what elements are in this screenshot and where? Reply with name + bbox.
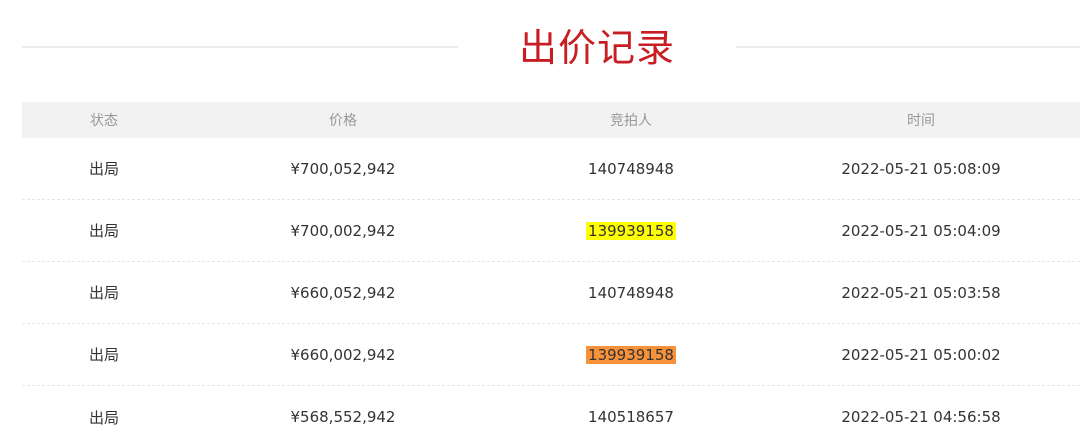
row-bidder: 140518657 xyxy=(588,408,674,426)
table-header: 状态 价格 竞拍人 时间 xyxy=(22,102,1080,138)
row-price: ¥660,052,942 xyxy=(290,283,396,302)
column-header-bidder: 竞拍人 xyxy=(610,113,652,129)
row-time: 2022-05-21 05:08:09 xyxy=(841,159,1001,178)
row-price: ¥660,002,942 xyxy=(290,345,396,364)
column-header-price: 价格 xyxy=(329,113,357,129)
row-bidder-cell: 140518657 xyxy=(500,408,762,426)
row-bidder: 140748948 xyxy=(588,159,674,178)
row-bidder-highlighted: 139939158 xyxy=(586,221,676,240)
bid-records-header: 出价记录 xyxy=(0,0,1080,96)
table-row: 出局 ¥700,052,942 140748948 2022-05-21 05:… xyxy=(22,138,1080,200)
row-time: 2022-05-21 05:00:02 xyxy=(841,345,1001,364)
row-time: 2022-05-21 05:03:58 xyxy=(841,283,1001,302)
row-status: 出局 xyxy=(88,408,119,427)
table-row: 出局 ¥660,052,942 140748948 2022-05-21 05:… xyxy=(22,262,1080,324)
column-header-status: 状态 xyxy=(90,113,118,129)
table-row: 出局 ¥568,552,942 140518657 2022-05-21 04:… xyxy=(22,386,1080,448)
table-row: 出局 ¥700,002,942 139939158 2022-05-21 05:… xyxy=(22,200,1080,262)
column-header-time: 时间 xyxy=(907,113,935,129)
row-status: 出局 xyxy=(88,222,119,240)
bid-records-table: 状态 价格 竞拍人 时间 出局 ¥700,052,942 140748948 2… xyxy=(22,102,1080,448)
row-price: ¥568,552,942 xyxy=(290,408,396,426)
row-status: 出局 xyxy=(88,284,119,302)
row-bidder-cell: 140748948 xyxy=(500,160,762,178)
title-divider-left xyxy=(22,46,458,48)
row-price: ¥700,052,942 xyxy=(290,159,396,178)
row-time: 2022-05-21 04:56:58 xyxy=(841,408,1001,426)
table-row: 出局 ¥660,002,942 139939158 2022-05-21 05:… xyxy=(22,324,1080,386)
page-title: 出价记录 xyxy=(518,26,675,70)
title-divider-right xyxy=(736,46,1080,48)
row-status: 出局 xyxy=(88,346,119,364)
row-bidder-cell: 139939158 xyxy=(500,221,762,240)
row-bidder-cell: 140748948 xyxy=(500,284,762,302)
row-status: 出局 xyxy=(88,160,119,178)
row-price: ¥700,002,942 xyxy=(290,221,396,240)
row-bidder-cell: 139939158 xyxy=(500,345,762,364)
row-bidder: 140748948 xyxy=(588,283,674,302)
row-time: 2022-05-21 05:04:09 xyxy=(841,221,1001,240)
row-bidder-highlighted: 139939158 xyxy=(586,345,676,364)
